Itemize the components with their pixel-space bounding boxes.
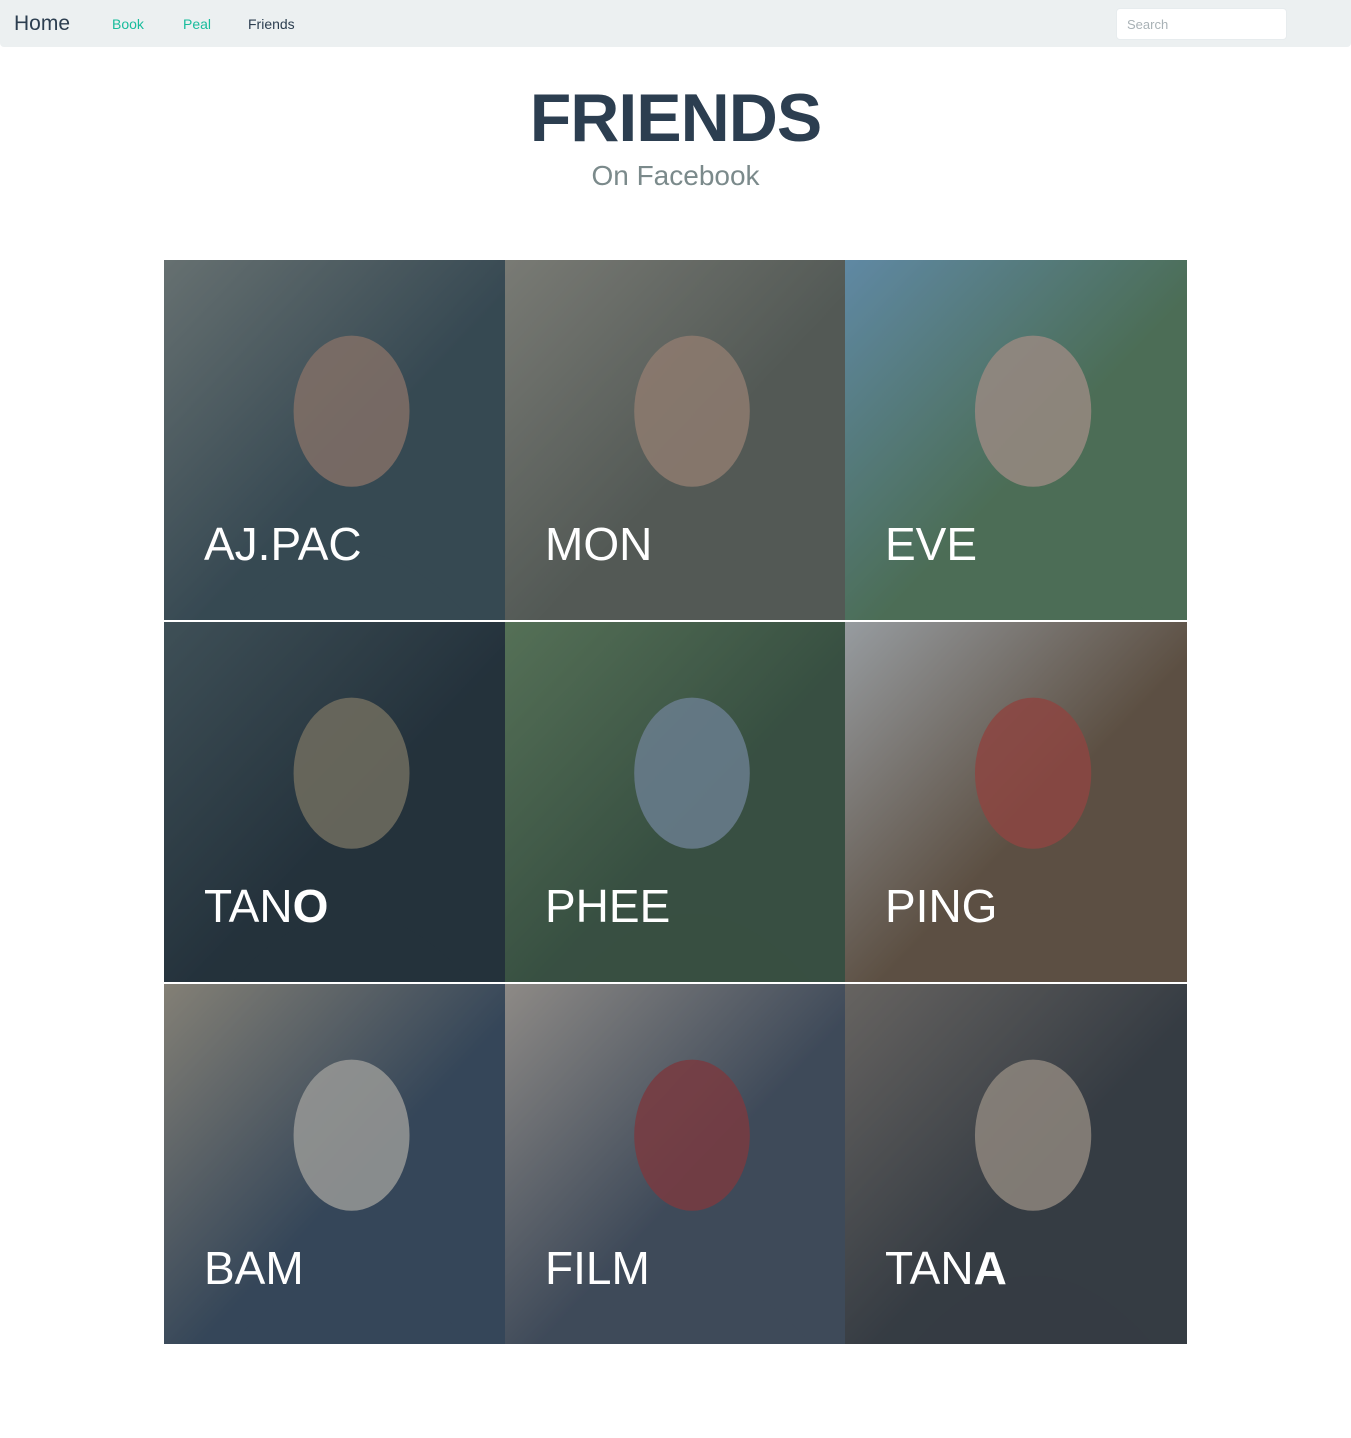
friend-name: AJ.PAC	[204, 516, 362, 572]
friend-tile[interactable]: TANO	[164, 622, 505, 982]
friend-name-text: PHEE	[545, 880, 671, 932]
friends-grid: AJ.PAC MON EVE TANO PHEE PING BAM FILM TANA	[164, 260, 1187, 1344]
nav-link-peal[interactable]: Peal	[183, 15, 211, 33]
friend-name-text: TAN	[204, 880, 293, 932]
friend-name-bold-text: O	[292, 880, 329, 932]
friend-tile[interactable]: MON	[505, 260, 845, 620]
friend-name: BAM	[204, 1240, 304, 1296]
friend-name: TANA	[885, 1240, 1007, 1296]
page-subtitle: On Facebook	[591, 160, 760, 191]
friend-name: MON	[545, 516, 652, 572]
navbar: Home Book Peal Friends	[0, 0, 1351, 47]
friend-name-bold-text: A	[973, 1242, 1007, 1294]
friend-tile[interactable]: EVE	[845, 260, 1187, 620]
search-input[interactable]	[1116, 8, 1287, 40]
friend-name-text: AJ.PAC	[204, 518, 362, 570]
friend-name-text: EVE	[885, 518, 978, 570]
friend-name-text: FILM	[545, 1242, 650, 1294]
friend-name: TANO	[204, 878, 328, 934]
friend-tile[interactable]: PING	[845, 622, 1187, 982]
friend-tile[interactable]: AJ.PAC	[164, 260, 505, 620]
friend-tile[interactable]: TANA	[845, 984, 1187, 1344]
home-brand-link[interactable]: Home	[14, 10, 70, 37]
friend-name-text: BAM	[204, 1242, 304, 1294]
friend-name: PHEE	[545, 878, 670, 934]
friend-name: PING	[885, 878, 997, 934]
friend-tile[interactable]: FILM	[505, 984, 845, 1344]
nav-link-friends[interactable]: Friends	[248, 15, 295, 33]
friend-name-text: TAN	[885, 1242, 974, 1294]
friend-tile[interactable]: BAM	[164, 984, 505, 1344]
page-title: FRIENDS	[529, 80, 822, 156]
nav-link-book[interactable]: Book	[112, 15, 144, 33]
friend-name-text: PING	[885, 880, 998, 932]
friend-name: FILM	[545, 1240, 650, 1296]
friend-tile[interactable]: PHEE	[505, 622, 845, 982]
friend-name: EVE	[885, 516, 977, 572]
friend-name-text: MON	[545, 518, 653, 570]
